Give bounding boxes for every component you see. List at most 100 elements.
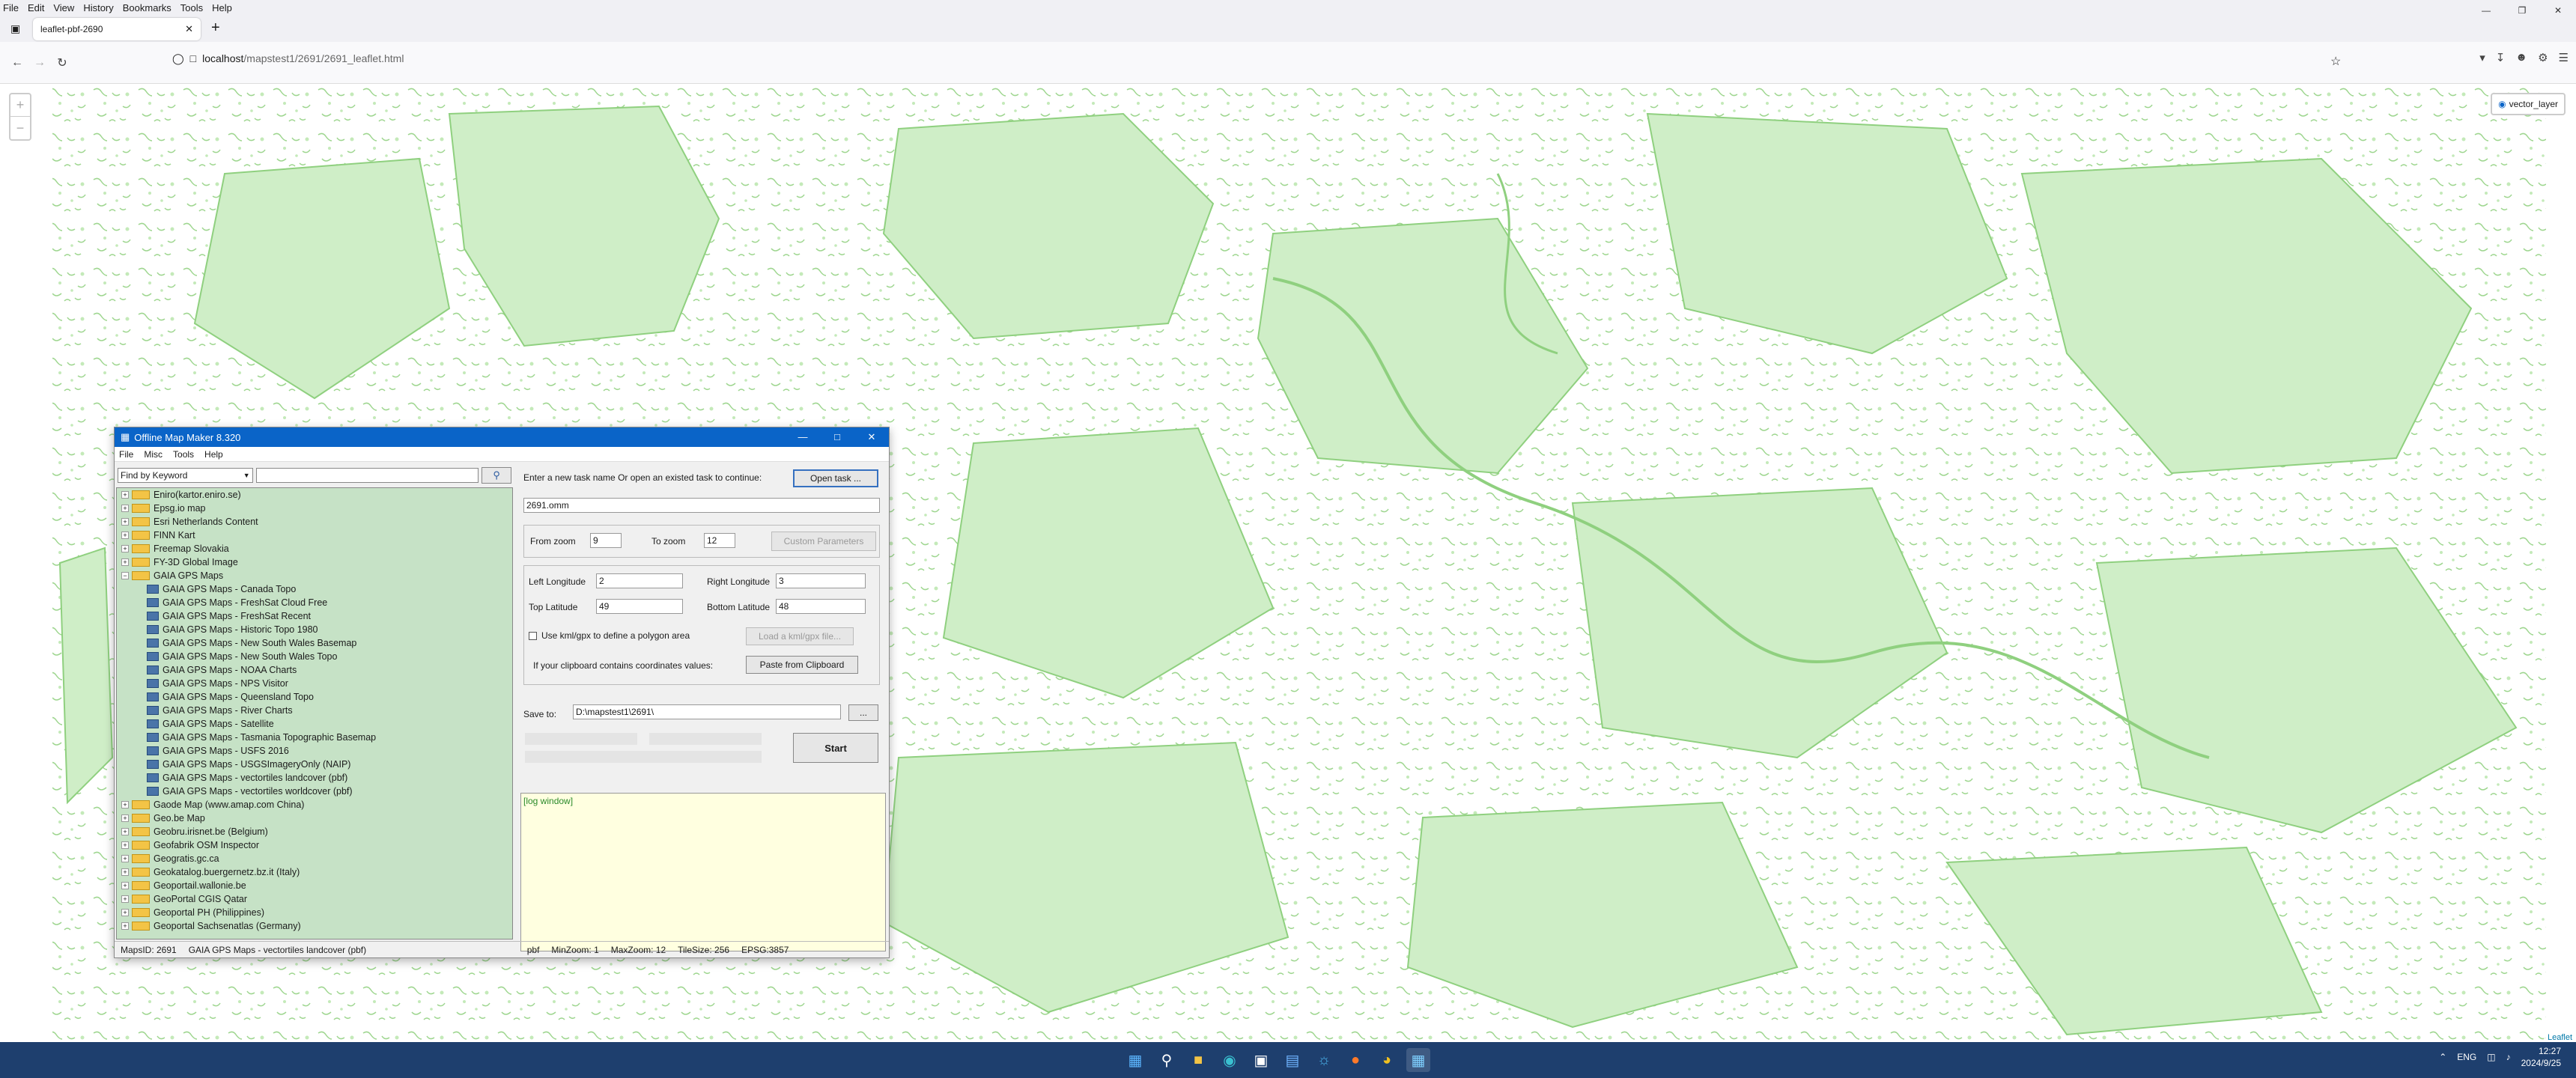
expand-icon[interactable]: +: [121, 841, 129, 849]
tree-folder[interactable]: + Geobru.irisnet.be (Belgium): [117, 825, 512, 838]
expand-icon[interactable]: +: [121, 491, 129, 499]
pocket-icon[interactable]: ▾: [2479, 51, 2485, 64]
app-menu-misc[interactable]: Misc: [144, 449, 162, 460]
expand-icon[interactable]: +: [121, 558, 129, 566]
tree-item[interactable]: GAIA GPS Maps - River Charts: [117, 704, 512, 717]
tree-folder[interactable]: + Gaode Map (www.amap.com China): [117, 798, 512, 811]
expand-icon[interactable]: +: [121, 814, 129, 822]
tree-folder[interactable]: + Eniro(kartor.eniro.se): [117, 488, 512, 502]
menu-help[interactable]: Help: [212, 2, 232, 13]
app-maximize-icon[interactable]: □: [820, 431, 854, 443]
tree-folder[interactable]: + Geoportal Sachsenatlas (Germany): [117, 919, 512, 933]
tree-item[interactable]: GAIA GPS Maps - Canada Topo: [117, 582, 512, 596]
tree-item[interactable]: GAIA GPS Maps - USGSImageryOnly (NAIP): [117, 758, 512, 771]
browse-button[interactable]: ...: [848, 704, 878, 721]
menu-view[interactable]: View: [53, 2, 74, 13]
open-task-button[interactable]: Open task ...: [793, 469, 878, 487]
extensions-icon[interactable]: ⚙: [2538, 51, 2548, 64]
tree-item[interactable]: GAIA GPS Maps - USFS 2016: [117, 744, 512, 758]
tree-item[interactable]: GAIA GPS Maps - New South Wales Basemap: [117, 636, 512, 650]
chrome-icon[interactable]: ◕: [1375, 1048, 1399, 1072]
load-kml-button[interactable]: Load a kml/gpx file...: [746, 627, 854, 645]
task-name-input[interactable]: 2691.omm: [523, 498, 880, 513]
tree-item[interactable]: GAIA GPS Maps - NOAA Charts: [117, 663, 512, 677]
app-menu-tools[interactable]: Tools: [173, 449, 194, 460]
tree-item[interactable]: GAIA GPS Maps - Historic Topo 1980: [117, 623, 512, 636]
tree-item[interactable]: GAIA GPS Maps - New South Wales Topo: [117, 650, 512, 663]
tree-folder[interactable]: + FINN Kart: [117, 529, 512, 542]
search-taskbar-icon[interactable]: ⚲: [1155, 1048, 1179, 1072]
tree-item[interactable]: GAIA GPS Maps - Satellite: [117, 717, 512, 731]
find-mode-select[interactable]: Find by Keyword ▼: [118, 468, 253, 483]
left-longitude-input[interactable]: 2: [596, 573, 683, 588]
volume-icon[interactable]: ♪: [2506, 1052, 2511, 1062]
tree-folder[interactable]: + Geofabrik OSM Inspector: [117, 838, 512, 852]
top-latitude-input[interactable]: 49: [596, 599, 683, 614]
tree-folder[interactable]: + FY-3D Global Image: [117, 555, 512, 569]
zoom-out-button[interactable]: −: [10, 117, 30, 139]
start-button[interactable]: Start: [793, 733, 878, 763]
menu-file[interactable]: File: [3, 2, 19, 13]
map-source-tree[interactable]: + Eniro(kartor.eniro.se) + Epsg.io map + Esri…: [116, 487, 513, 940]
tree-folder[interactable]: + GeoPortal CGIS Qatar: [117, 892, 512, 906]
expand-icon[interactable]: +: [121, 545, 129, 552]
offline-map-maker-taskbar-icon[interactable]: ▦: [1406, 1048, 1430, 1072]
tree-item[interactable]: GAIA GPS Maps - Queensland Topo: [117, 690, 512, 704]
tree-folder[interactable]: + Geo.be Map: [117, 811, 512, 825]
clock[interactable]: 12:27 2024/9/25: [2521, 1045, 2561, 1069]
bottom-latitude-input[interactable]: 48: [776, 599, 866, 614]
layer-control[interactable]: ◉ vector_layer: [2491, 93, 2566, 115]
tree-item[interactable]: GAIA GPS Maps - Tasmania Topographic Bas…: [117, 731, 512, 744]
search-input[interactable]: [255, 468, 479, 483]
tree-folder[interactable]: + Freemap Slovakia: [117, 542, 512, 555]
to-zoom-stepper[interactable]: 12: [704, 533, 735, 548]
notepad-icon[interactable]: ▤: [1281, 1048, 1304, 1072]
expand-icon[interactable]: +: [121, 922, 129, 930]
expand-icon[interactable]: +: [121, 882, 129, 889]
expand-icon[interactable]: +: [121, 828, 129, 835]
expand-icon[interactable]: +: [121, 895, 129, 903]
tree-folder[interactable]: − GAIA GPS Maps: [117, 569, 512, 582]
language-indicator[interactable]: ENG: [2457, 1052, 2476, 1062]
tree-folder[interactable]: + Geokatalog.buergernetz.bz.it (Italy): [117, 865, 512, 879]
app-menu-file[interactable]: File: [119, 449, 133, 460]
tree-folder[interactable]: + Geogratis.gc.ca: [117, 852, 512, 865]
url-bar[interactable]: ◯ □ localhost/mapstest1/2691/2691_leafle…: [172, 47, 2344, 70]
custom-parameters-button[interactable]: Custom Parameters: [771, 532, 876, 551]
tree-folder[interactable]: + Geoportal PH (Philippines): [117, 906, 512, 919]
shield-icon[interactable]: ◯: [172, 52, 184, 65]
expand-icon[interactable]: +: [121, 909, 129, 916]
start-icon[interactable]: ▦: [1123, 1048, 1147, 1072]
tab-close-icon[interactable]: ✕: [185, 23, 193, 35]
log-window[interactable]: [log window]: [520, 793, 886, 951]
new-tab-icon[interactable]: +: [211, 19, 220, 37]
bookmark-star-icon[interactable]: ☆: [2330, 54, 2341, 69]
menu-bookmarks[interactable]: Bookmarks: [123, 2, 171, 13]
app-menu-help[interactable]: Help: [204, 449, 223, 460]
globe-icon[interactable]: ☼: [1312, 1048, 1336, 1072]
back-icon[interactable]: ←: [6, 52, 28, 74]
expand-icon[interactable]: +: [121, 518, 129, 526]
search-button[interactable]: ⚲: [482, 467, 511, 484]
expand-icon[interactable]: +: [121, 532, 129, 539]
polygon-checkbox[interactable]: [529, 631, 537, 640]
tree-item[interactable]: GAIA GPS Maps - vectortiles worldcover (…: [117, 785, 512, 798]
download-icon[interactable]: ↧: [2496, 51, 2506, 64]
forward-icon[interactable]: →: [28, 52, 51, 74]
tab-list-icon[interactable]: ▣: [10, 22, 20, 35]
firefox-icon[interactable]: ●: [1343, 1048, 1367, 1072]
menu-edit[interactable]: Edit: [28, 2, 44, 13]
right-longitude-input[interactable]: 3: [776, 573, 866, 588]
expand-icon[interactable]: +: [121, 868, 129, 876]
expand-icon[interactable]: +: [121, 855, 129, 862]
app-minimize-icon[interactable]: —: [786, 431, 820, 443]
expand-icon[interactable]: +: [121, 505, 129, 512]
collapse-icon[interactable]: −: [121, 572, 129, 579]
edge-icon[interactable]: ◉: [1218, 1048, 1242, 1072]
file-explorer-icon[interactable]: ■: [1186, 1048, 1210, 1072]
from-zoom-stepper[interactable]: 9: [590, 533, 622, 548]
radio-icon[interactable]: ◉: [2498, 99, 2506, 109]
attribution[interactable]: Leaflet: [2543, 1033, 2576, 1042]
account-icon[interactable]: ☻: [2515, 51, 2527, 64]
network-icon[interactable]: ◫: [2487, 1052, 2495, 1062]
